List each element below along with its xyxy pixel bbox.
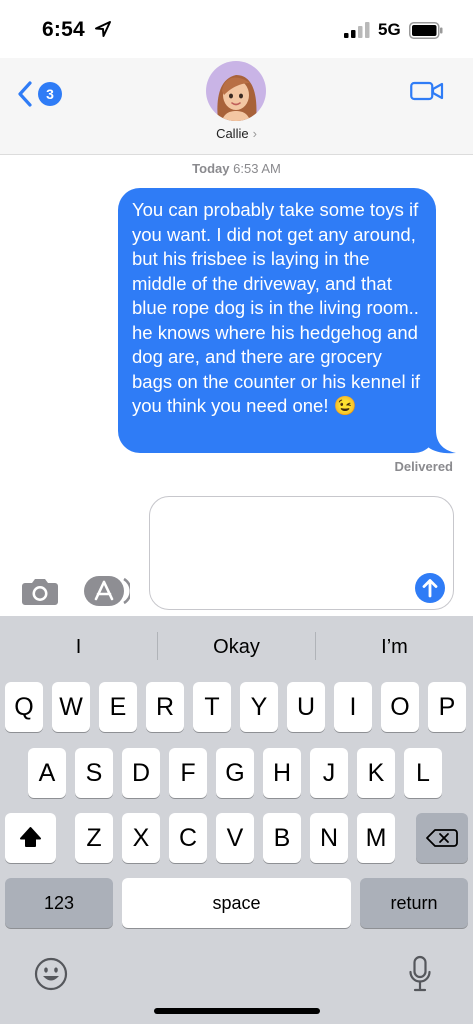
key-j[interactable]: J <box>310 748 348 798</box>
status-bar: 6:54 5G <box>0 0 473 58</box>
bubble-tail <box>428 430 456 454</box>
keyboard: I Okay I’m Q W E R T Y U I O P A S D F G… <box>0 616 473 1024</box>
back-button[interactable]: 3 <box>16 80 64 108</box>
sent-message-bubble[interactable]: You can probably take some toys if you w… <box>118 188 436 453</box>
key-g[interactable]: G <box>216 748 254 798</box>
facetime-video-icon[interactable] <box>410 80 444 102</box>
cellular-signal-icon <box>344 22 370 38</box>
key-u[interactable]: U <box>287 682 325 732</box>
key-f[interactable]: F <box>169 748 207 798</box>
network-type: 5G <box>378 20 401 39</box>
key-q[interactable]: Q <box>5 682 43 732</box>
contact-name-row[interactable]: Callie › <box>0 126 473 141</box>
arrow-up-icon <box>422 579 438 598</box>
status-time: 6:54 <box>42 18 85 41</box>
timestamp-day: Today <box>192 161 230 176</box>
delivery-status: Delivered <box>394 459 453 474</box>
key-d[interactable]: D <box>122 748 160 798</box>
message-input[interactable] <box>149 496 454 610</box>
key-m[interactable]: M <box>357 813 395 863</box>
chevron-right-icon: › <box>252 126 257 141</box>
memoji-avatar-icon <box>217 75 257 121</box>
key-n[interactable]: N <box>310 813 348 863</box>
key-b[interactable]: B <box>263 813 301 863</box>
avatar[interactable] <box>206 61 266 121</box>
key-z[interactable]: Z <box>75 813 113 863</box>
key-i[interactable]: I <box>334 682 372 732</box>
conversation-header: 3 Callie › <box>0 58 473 155</box>
home-indicator[interactable] <box>154 1008 320 1014</box>
key-l[interactable]: L <box>404 748 442 798</box>
space-key[interactable]: space <box>122 878 351 928</box>
suggestion-1[interactable]: I <box>0 616 157 662</box>
key-o[interactable]: O <box>381 682 419 732</box>
suggestion-2[interactable]: Okay <box>158 616 315 662</box>
unread-count-badge: 3 <box>38 82 62 106</box>
message-timestamp: Today 6:53 AM <box>0 161 473 176</box>
return-key[interactable]: return <box>360 878 468 928</box>
shift-arrow-icon <box>20 827 41 847</box>
key-y[interactable]: Y <box>240 682 278 732</box>
key-c[interactable]: C <box>169 813 207 863</box>
key-s[interactable]: S <box>75 748 113 798</box>
send-button[interactable] <box>415 573 445 603</box>
chevron-left-icon <box>18 81 32 107</box>
camera-icon[interactable] <box>21 576 59 606</box>
key-k[interactable]: K <box>357 748 395 798</box>
contact-name: Callie <box>216 126 249 141</box>
microphone-icon[interactable] <box>408 955 432 993</box>
emoji-icon[interactable] <box>34 957 68 991</box>
key-t[interactable]: T <box>193 682 231 732</box>
key-r[interactable]: R <box>146 682 184 732</box>
key-p[interactable]: P <box>428 682 466 732</box>
delete-backspace-icon <box>426 829 458 847</box>
key-a[interactable]: A <box>28 748 66 798</box>
key-h[interactable]: H <box>263 748 301 798</box>
key-v[interactable]: V <box>216 813 254 863</box>
battery-icon <box>409 22 443 39</box>
key-e[interactable]: E <box>99 682 137 732</box>
key-x[interactable]: X <box>122 813 160 863</box>
app-store-icon[interactable] <box>84 575 130 607</box>
shift-key[interactable] <box>5 813 56 863</box>
location-arrow-icon <box>95 21 111 37</box>
key-w[interactable]: W <box>52 682 90 732</box>
numbers-key[interactable]: 123 <box>5 878 113 928</box>
suggestion-3[interactable]: I’m <box>316 616 473 662</box>
delete-key[interactable] <box>416 813 468 863</box>
timestamp-time: 6:53 AM <box>233 161 281 176</box>
